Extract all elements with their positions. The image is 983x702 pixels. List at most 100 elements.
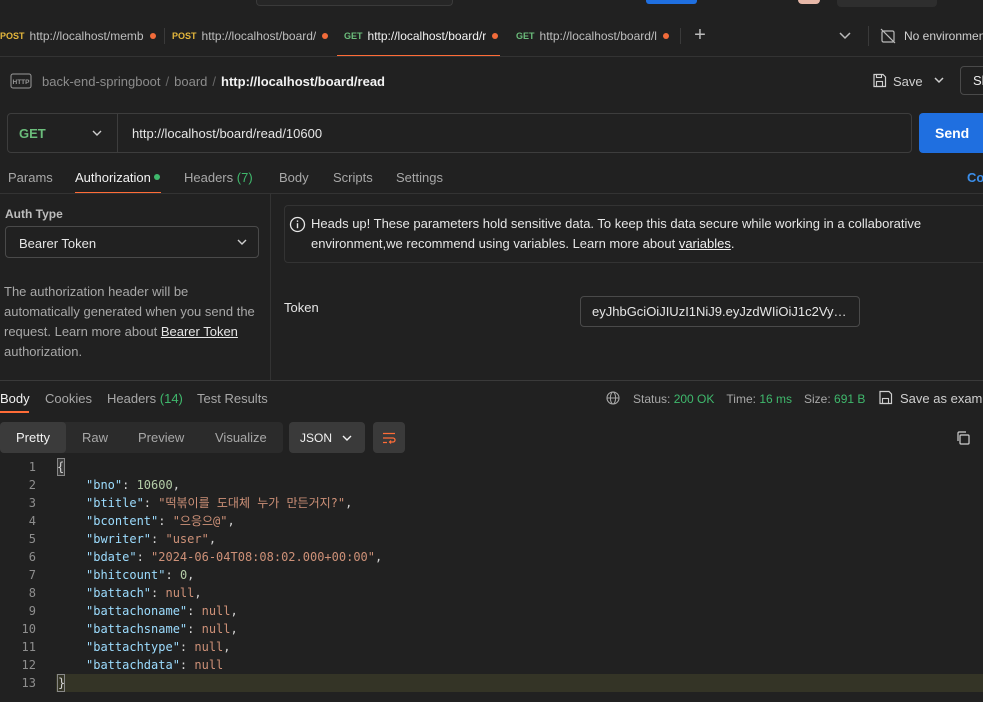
breadcrumb-collection[interactable]: back-end-springboot xyxy=(42,74,161,89)
save-icon[interactable] xyxy=(872,73,887,88)
chevron-down-icon[interactable] xyxy=(236,236,248,248)
line-number: 11 xyxy=(21,640,36,654)
json-comma: , xyxy=(375,550,383,564)
json-key: "battach" xyxy=(86,586,152,600)
tab-settings[interactable]: Settings xyxy=(396,170,443,185)
upgrade-button[interactable] xyxy=(646,0,697,4)
search-bar[interactable] xyxy=(256,0,453,6)
json-comma: , xyxy=(227,514,235,528)
request-tab-1[interactable]: POST http://localhost/memb xyxy=(0,16,160,56)
json-line: "bdate": "2024-06-04T08:08:02.000+00:00"… xyxy=(86,548,382,566)
view-pretty[interactable]: Pretty xyxy=(0,422,66,453)
format-select[interactable]: JSON xyxy=(289,422,365,453)
method-label: POST xyxy=(172,31,197,41)
line-number: 12 xyxy=(21,658,36,672)
line-number: 2 xyxy=(28,478,36,492)
breadcrumb-folder[interactable]: board xyxy=(174,74,207,89)
json-comma: , xyxy=(223,640,231,654)
method-select[interactable]: GET xyxy=(19,126,46,141)
share-button[interactable]: Sh xyxy=(960,66,983,95)
chevron-down-icon[interactable] xyxy=(91,127,103,139)
json-comma: , xyxy=(172,478,180,492)
response-tab-cookies[interactable]: Cookies xyxy=(45,391,92,406)
save-icon[interactable] xyxy=(878,390,893,405)
tab-divider xyxy=(680,28,681,44)
current-line-highlight xyxy=(56,674,983,692)
json-open-brace: { xyxy=(57,460,65,474)
no-environment-icon xyxy=(880,28,896,44)
json-comma: , xyxy=(194,586,202,600)
response-tab-headers[interactable]: Headers (14) xyxy=(107,391,183,406)
token-input[interactable]: eyJhbGciOiJIUzI1NiJ9.eyJzdWIiOiJ1c2VyIiw… xyxy=(580,296,860,327)
avatar[interactable] xyxy=(798,0,820,4)
request-name[interactable]: http://localhost/board/read xyxy=(221,74,385,89)
globe-icon[interactable] xyxy=(606,391,620,405)
view-raw[interactable]: Raw xyxy=(82,430,108,445)
line-number: 6 xyxy=(28,550,36,564)
json-colon: : xyxy=(143,496,159,510)
response-tab-body[interactable]: Body xyxy=(0,391,30,406)
tab-params[interactable]: Params xyxy=(8,170,53,185)
json-colon: : xyxy=(187,604,202,618)
bearer-token-link[interactable]: Bearer Token xyxy=(161,324,238,339)
account-button[interactable] xyxy=(837,0,937,7)
json-value: "떡볶이를 도대체 누가 만든거지?" xyxy=(158,496,346,510)
line-number: 9 xyxy=(28,604,36,618)
unsaved-dot xyxy=(492,32,499,39)
chevron-down-icon[interactable] xyxy=(932,73,946,87)
line-number: 13 xyxy=(21,676,36,690)
env-divider xyxy=(868,26,869,46)
tab-url: http://localhost/board/l xyxy=(539,29,657,43)
json-line: "btitle": "떡볶이를 도대체 누가 만든거지?", xyxy=(86,494,352,512)
tab-body[interactable]: Body xyxy=(279,170,309,185)
request-tab-2[interactable]: POST http://localhost/board/ xyxy=(172,16,332,56)
json-colon: : xyxy=(158,514,173,528)
save-as-example-button[interactable]: Save as examp xyxy=(900,391,983,406)
json-value: null xyxy=(201,604,231,618)
copy-icon[interactable] xyxy=(955,430,971,446)
json-comma: , xyxy=(187,568,195,582)
status-value[interactable]: 200 OK xyxy=(674,392,715,406)
tab-headers[interactable]: Headers (7) xyxy=(184,170,253,185)
environment-selector[interactable]: No environmen xyxy=(904,29,983,43)
time-value[interactable]: 16 ms xyxy=(759,392,792,406)
json-comma: , xyxy=(230,622,238,636)
json-colon: : xyxy=(136,550,152,564)
status-label: Status: xyxy=(633,392,671,406)
auth-description-text-end: authorization. xyxy=(4,344,83,359)
size-value[interactable]: 691 B xyxy=(834,392,865,406)
json-value: "으응으@" xyxy=(172,514,228,528)
auth-type-select[interactable]: Bearer Token xyxy=(5,226,259,258)
response-tab-test-results[interactable]: Test Results xyxy=(197,391,268,406)
line-number: 8 xyxy=(28,586,36,600)
send-button[interactable]: Send xyxy=(919,113,983,153)
tab-scripts[interactable]: Scripts xyxy=(333,170,373,185)
http-request-icon: HTTP xyxy=(10,73,32,89)
cookies-link[interactable]: Co xyxy=(967,170,983,185)
json-line: "battachdata": null xyxy=(86,656,223,674)
tab-authorization[interactable]: Authorization xyxy=(75,170,151,185)
new-tab-plus-icon[interactable]: + xyxy=(690,24,710,46)
url-input[interactable] xyxy=(132,124,892,142)
response-meta: Status: 200 OK Time: 16 ms Size: 691 B xyxy=(633,392,865,406)
chevron-down-icon[interactable] xyxy=(836,26,854,44)
tab-url: http://localhost/board/ xyxy=(201,29,317,43)
wrap-lines-icon xyxy=(383,432,396,444)
line-number: 4 xyxy=(28,514,36,528)
request-tab-3[interactable]: GET http://localhost/board/r xyxy=(337,16,500,56)
view-visualize[interactable]: Visualize xyxy=(215,430,267,445)
save-button[interactable]: Save xyxy=(893,74,923,89)
auth-active-dot xyxy=(154,174,160,180)
view-preview[interactable]: Preview xyxy=(138,430,184,445)
json-value: null xyxy=(201,622,231,636)
json-key: "bwriter" xyxy=(86,532,152,546)
variables-link[interactable]: variables xyxy=(679,236,731,251)
json-line: "battachoname": null, xyxy=(86,602,238,620)
tab-headers-label: Headers xyxy=(184,170,234,185)
chevron-down-icon[interactable] xyxy=(341,432,353,444)
json-colon: : xyxy=(122,478,137,492)
request-tab-4[interactable]: GET http://localhost/board/l xyxy=(509,16,676,56)
notice-end: . xyxy=(730,236,735,251)
line-number: 1 xyxy=(28,460,36,474)
response-divider[interactable] xyxy=(0,380,983,381)
